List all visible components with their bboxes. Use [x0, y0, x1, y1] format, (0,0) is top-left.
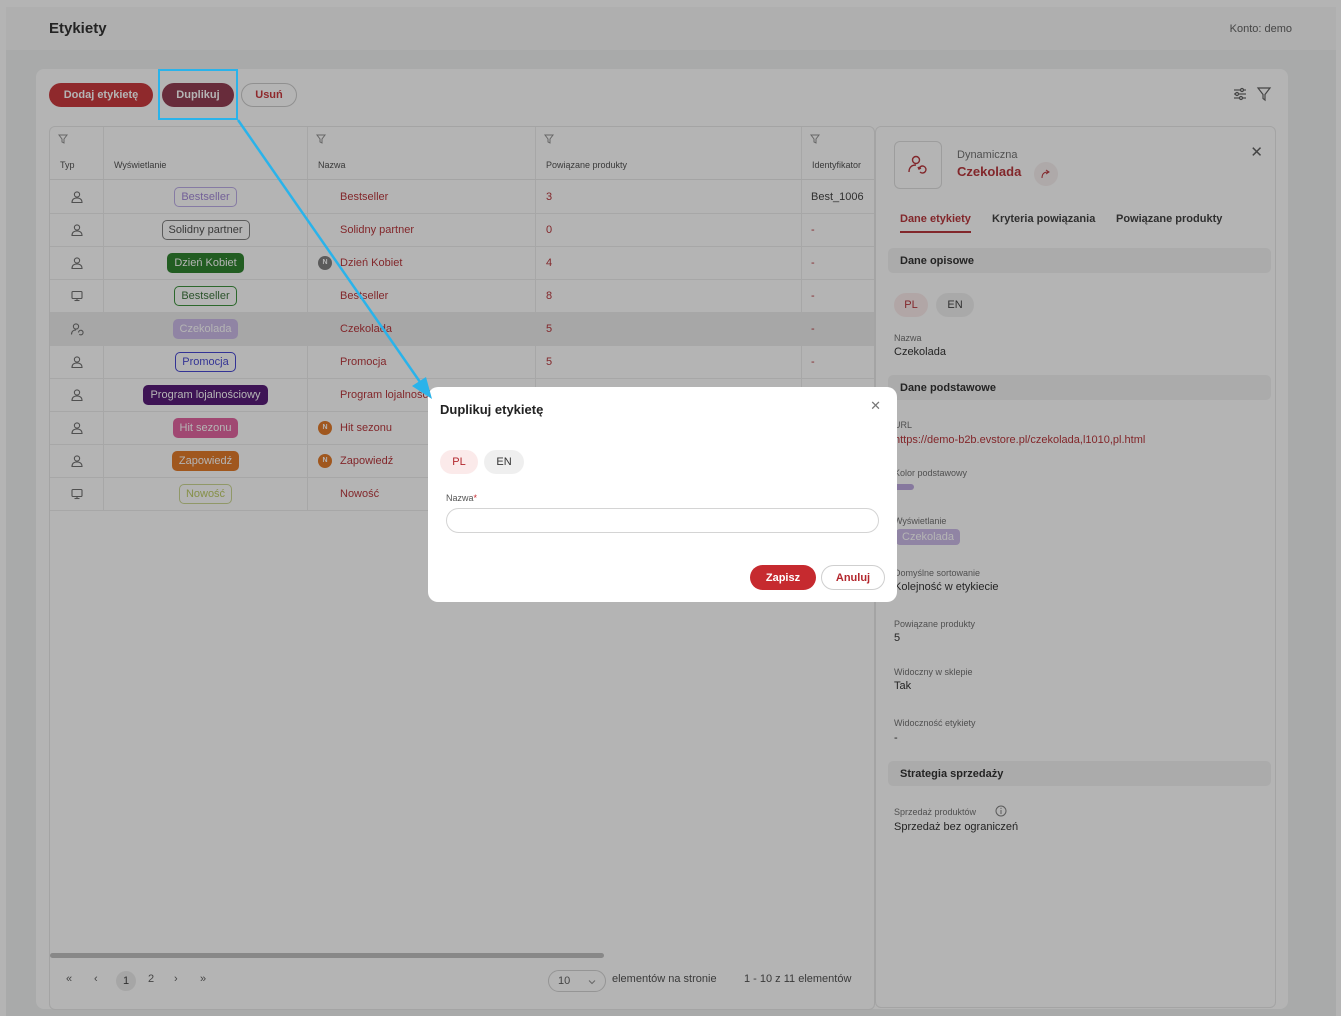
name-input[interactable]: [446, 508, 879, 533]
save-button[interactable]: Zapisz: [750, 565, 816, 590]
lang-pl-button[interactable]: PL: [440, 450, 478, 474]
close-icon[interactable]: ✕: [870, 398, 881, 414]
duplicate-button-highlight: [158, 69, 238, 120]
cancel-button[interactable]: Anuluj: [821, 565, 885, 590]
name-field-label: Nazwa*: [446, 493, 477, 503]
app-window: Etykiety Konto: demo Dodaj etykietę Dupl…: [0, 0, 1341, 1016]
lang-en-button[interactable]: EN: [484, 450, 524, 474]
dialog-title: Duplikuj etykietę: [440, 402, 544, 417]
duplicate-label-dialog: Duplikuj etykietę ✕ PL EN Nazwa* Zapisz …: [428, 387, 897, 602]
name-label-text: Nazwa: [446, 493, 474, 503]
required-mark: *: [473, 493, 478, 503]
